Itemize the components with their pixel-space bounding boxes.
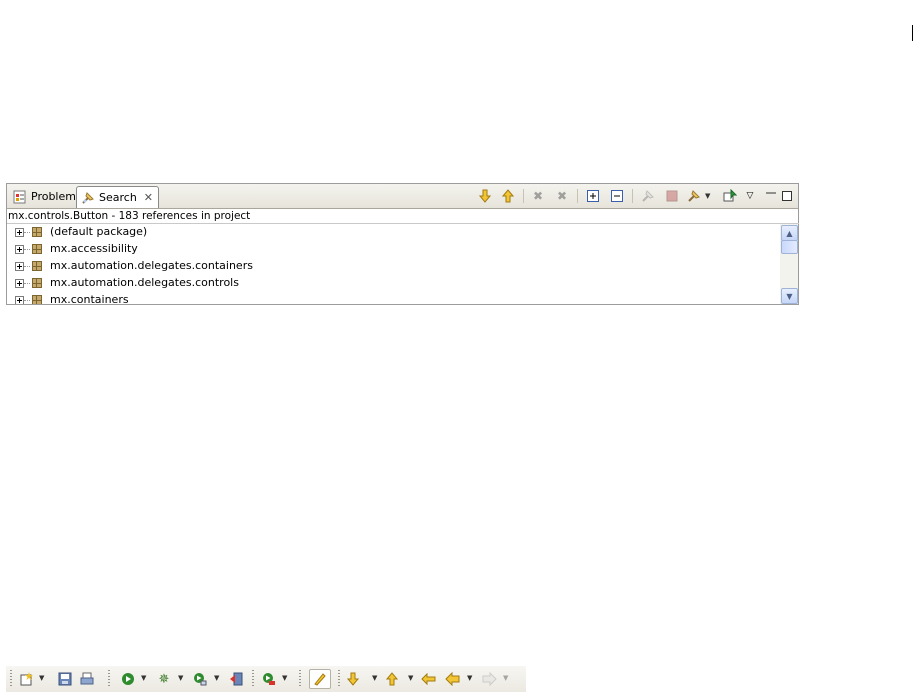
tree-connector xyxy=(24,300,30,301)
toolbar-separator xyxy=(523,189,524,203)
back-dropdown[interactable]: ▼ xyxy=(467,674,472,682)
toolbar-grip[interactable] xyxy=(338,670,340,688)
profile-dropdown[interactable]: ▼ xyxy=(214,674,219,682)
toolbar-grip[interactable] xyxy=(10,670,12,688)
search-results-tree: (default package) mx.accessibility mx.au… xyxy=(7,224,780,304)
tree-connector xyxy=(24,266,30,267)
view-menu-icon[interactable]: ▽ xyxy=(741,187,759,205)
package-icon xyxy=(31,260,43,272)
vertical-scrollbar[interactable]: ▲ ▼ xyxy=(780,224,798,304)
previous-match-icon[interactable] xyxy=(499,187,517,205)
debug-icon[interactable]: ✵ xyxy=(155,670,173,688)
remove-selected-icon[interactable]: ✖ xyxy=(529,187,547,205)
expand-all-icon[interactable] xyxy=(584,187,602,205)
forward-dropdown[interactable]: ▼ xyxy=(503,674,508,682)
new-icon[interactable] xyxy=(18,670,36,688)
previous-annotation-icon[interactable] xyxy=(384,670,402,688)
view-tab-bar: Problems Search ✕ ✖ ✖ ▼ ▽ xyxy=(7,184,798,209)
expand-icon[interactable] xyxy=(15,296,24,304)
maximize-icon[interactable] xyxy=(778,187,796,205)
scroll-up-icon[interactable]: ▲ xyxy=(781,225,798,241)
expand-icon[interactable] xyxy=(15,279,24,288)
last-edit-location-icon[interactable] xyxy=(420,670,438,688)
tab-search[interactable]: Search ✕ xyxy=(76,186,159,208)
mark-occurrences-icon[interactable] xyxy=(309,669,331,689)
run-icon[interactable] xyxy=(119,670,137,688)
expand-icon[interactable] xyxy=(15,245,24,254)
debug-dropdown[interactable]: ▼ xyxy=(178,674,183,682)
previous-annotation-dropdown[interactable]: ▼ xyxy=(408,674,413,682)
package-label: (default package) xyxy=(50,225,148,238)
save-icon[interactable] xyxy=(56,670,74,688)
next-annotation-icon[interactable] xyxy=(345,670,363,688)
search-icon xyxy=(81,191,95,205)
package-icon xyxy=(31,277,43,289)
tab-problems-label: Problems xyxy=(31,190,82,203)
forward-icon[interactable] xyxy=(480,670,498,688)
tree-connector xyxy=(24,249,30,250)
remove-all-icon[interactable]: ✖ xyxy=(553,187,571,205)
export-release-icon[interactable] xyxy=(227,670,245,688)
next-annotation-dropdown[interactable]: ▼ xyxy=(372,674,377,682)
scroll-down-icon[interactable]: ▼ xyxy=(781,288,798,304)
pin-view-icon[interactable] xyxy=(721,187,739,205)
toolbar-grip[interactable] xyxy=(108,670,110,688)
search-history-icon[interactable] xyxy=(685,187,703,205)
search-history-dropdown[interactable]: ▼ xyxy=(705,192,710,200)
package-label: mx.automation.delegates.controls xyxy=(50,276,239,289)
package-icon xyxy=(31,243,43,255)
search-summary: mx.controls.Button - 183 references in p… xyxy=(7,209,799,224)
window-edge-line xyxy=(912,25,913,41)
next-match-icon[interactable] xyxy=(476,187,494,205)
toolbar-grip[interactable] xyxy=(252,670,254,688)
expand-icon[interactable] xyxy=(15,262,24,271)
toolbar-separator xyxy=(577,189,578,203)
package-label: mx.accessibility xyxy=(50,242,138,255)
search-view: Problems Search ✕ ✖ ✖ ▼ ▽ mx.controls.Bu… xyxy=(6,183,799,305)
toolbar-separator xyxy=(632,189,633,203)
collapse-all-icon[interactable] xyxy=(608,187,626,205)
package-label: mx.automation.delegates.containers xyxy=(50,259,253,272)
profile-icon[interactable] xyxy=(191,670,209,688)
expand-icon[interactable] xyxy=(15,228,24,237)
package-label: mx.containers xyxy=(50,293,129,304)
package-icon xyxy=(31,294,43,304)
main-toolbar: ▼ ▼ ✵ ▼ ▼ ▼ ▼ ▼ ▼ ▼ xyxy=(6,666,526,692)
close-icon[interactable]: ✕ xyxy=(144,191,153,204)
package-icon xyxy=(31,226,43,238)
problems-icon xyxy=(13,190,27,204)
scroll-thumb[interactable] xyxy=(781,240,798,254)
tab-search-label: Search xyxy=(99,191,137,204)
run-search-icon[interactable] xyxy=(639,187,657,205)
print-icon[interactable] xyxy=(78,670,96,688)
tab-problems[interactable]: Problems xyxy=(9,186,82,207)
external-tools-dropdown[interactable]: ▼ xyxy=(282,674,287,682)
back-icon[interactable] xyxy=(444,670,462,688)
run-dropdown[interactable]: ▼ xyxy=(141,674,146,682)
cancel-search-icon[interactable] xyxy=(663,187,681,205)
tree-connector xyxy=(24,232,30,233)
external-tools-icon[interactable] xyxy=(260,670,278,688)
toolbar-grip[interactable] xyxy=(299,670,301,688)
tree-connector xyxy=(24,283,30,284)
new-dropdown[interactable]: ▼ xyxy=(39,674,44,682)
